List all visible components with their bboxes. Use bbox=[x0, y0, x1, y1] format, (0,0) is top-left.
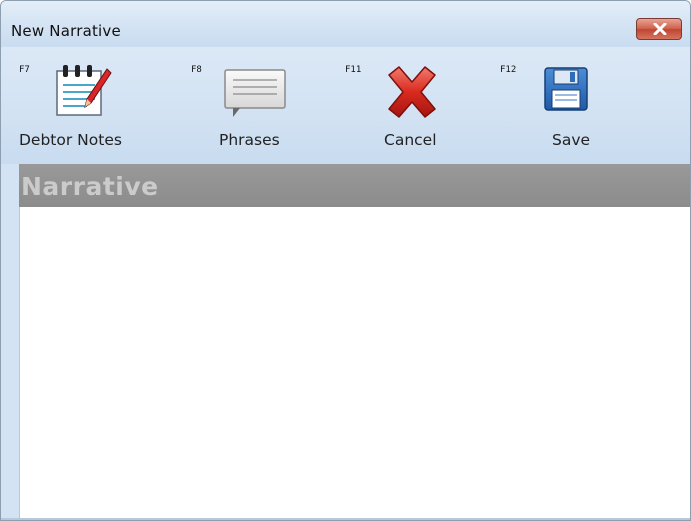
cancel-label: Cancel bbox=[384, 131, 437, 149]
cancel-shortcut: F11 bbox=[345, 65, 362, 75]
close-icon bbox=[653, 23, 667, 35]
title-bar[interactable]: New Narrative bbox=[1, 1, 690, 47]
floppy-disk-icon bbox=[544, 67, 588, 111]
notepad-pencil-icon bbox=[56, 65, 112, 116]
close-button[interactable] bbox=[636, 18, 682, 40]
phrases-shortcut: F8 bbox=[191, 65, 202, 75]
debtor-notes-shortcut: F7 bbox=[19, 65, 30, 75]
phrases-label: Phrases bbox=[219, 131, 280, 149]
debtor-notes-label: Debtor Notes bbox=[19, 131, 122, 149]
narrative-heading: Narrative bbox=[21, 172, 159, 201]
window-bottom-border bbox=[1, 518, 690, 520]
narrative-text-input[interactable] bbox=[20, 207, 690, 520]
save-label: Save bbox=[552, 131, 591, 149]
new-narrative-window: New Narrative F7 Debtor Notes F8 Phrases… bbox=[0, 0, 691, 521]
red-x-icon bbox=[388, 66, 436, 118]
cancel-button[interactable]: F11 Cancel bbox=[341, 47, 491, 164]
narrative-section-header: Narrative bbox=[19, 164, 690, 207]
debtor-notes-button[interactable]: F7 Debtor Notes bbox=[1, 47, 181, 164]
speech-bubble-icon bbox=[224, 69, 286, 117]
save-shortcut: F12 bbox=[500, 65, 517, 75]
save-button[interactable]: F12 Save bbox=[500, 47, 640, 164]
phrases-button[interactable]: F8 Phrases bbox=[189, 47, 319, 164]
narrative-text-area-container bbox=[19, 207, 690, 520]
window-title: New Narrative bbox=[11, 22, 121, 40]
left-margin-strip bbox=[1, 164, 19, 520]
toolbar: F7 Debtor Notes F8 Phrases F11 Cancel F1… bbox=[1, 47, 690, 164]
